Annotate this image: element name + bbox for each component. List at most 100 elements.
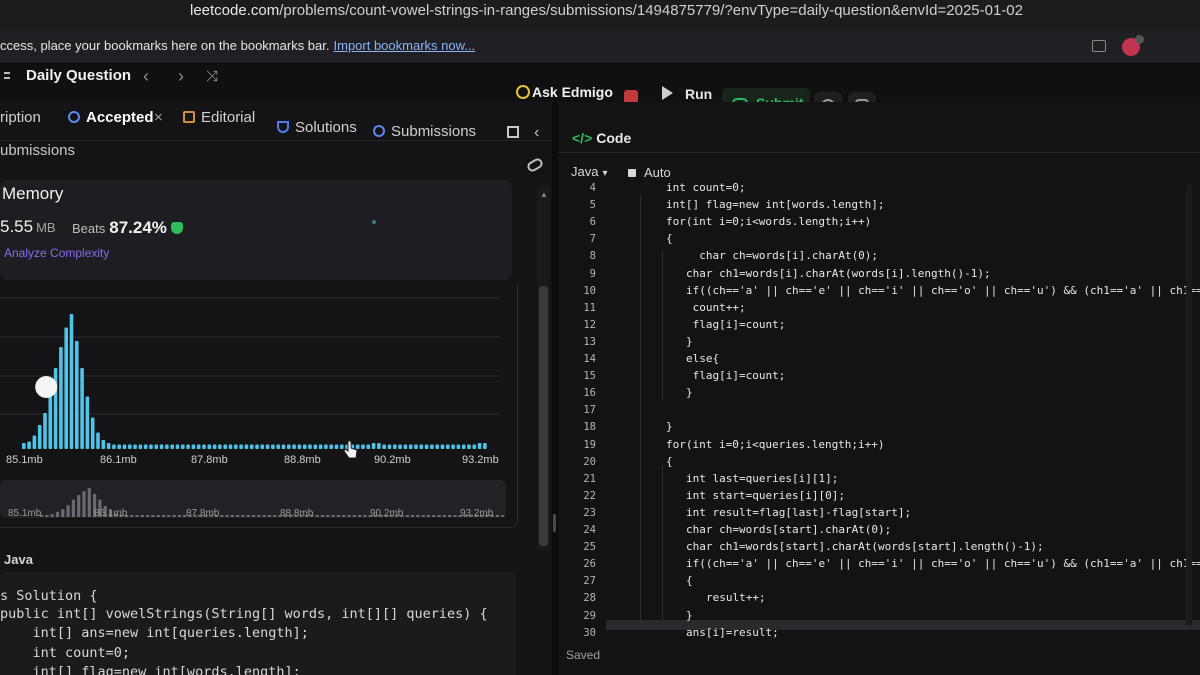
histogram-bar[interactable] (318, 444, 323, 450)
histogram-bar[interactable] (276, 444, 280, 450)
histogram-bar[interactable] (292, 444, 296, 450)
histogram-bar[interactable] (202, 444, 206, 450)
histogram-bar[interactable] (37, 425, 42, 449)
histogram-bar[interactable] (461, 444, 466, 450)
histogram-bar[interactable] (371, 443, 376, 449)
browser-address-bar[interactable]: leetcode.com/problems/count-vowel-string… (0, 0, 1200, 30)
histogram-bar[interactable] (467, 444, 471, 450)
close-icon[interactable]: × (154, 109, 163, 126)
analyze-complexity-link[interactable]: Analyze Complexity (4, 246, 109, 260)
histogram-bar[interactable] (159, 444, 164, 450)
tab-editorial[interactable]: Editorial (183, 109, 255, 126)
histogram-bar[interactable] (446, 444, 450, 450)
histogram-bar[interactable] (133, 444, 137, 450)
tab-description[interactable]: ription (0, 109, 41, 126)
chevron-right-icon[interactable]: › (178, 66, 184, 87)
tab-code[interactable]: </> Code (572, 130, 631, 146)
drag-handle[interactable] (553, 514, 556, 532)
histogram-bar[interactable] (75, 341, 79, 449)
tab-solutions[interactable]: Solutions (277, 119, 357, 136)
code-line[interactable]: flag[i]=count; (686, 318, 786, 331)
histogram-bar[interactable] (234, 444, 238, 450)
histogram-bar[interactable] (112, 444, 116, 450)
histogram-bar[interactable] (483, 443, 487, 449)
code-line[interactable]: } (686, 609, 693, 622)
histogram-bar[interactable] (218, 444, 222, 450)
menu-icon[interactable] (4, 70, 10, 84)
code-line[interactable]: } (666, 420, 673, 433)
histogram-bar[interactable] (32, 435, 37, 450)
share-icon[interactable] (1092, 40, 1106, 52)
shuffle-icon[interactable]: ⤨ (206, 68, 218, 85)
scroll-thumb[interactable] (539, 286, 548, 546)
your-submission-marker[interactable] (35, 376, 58, 398)
histogram-bar[interactable] (165, 444, 169, 450)
histogram-bar[interactable] (361, 444, 365, 450)
code-line[interactable]: if((ch=='a' || ch=='e' || ch=='i' || ch=… (686, 284, 1200, 297)
histogram-bar[interactable] (440, 444, 445, 450)
histogram-bar[interactable] (170, 444, 174, 450)
editor-scrollbar[interactable] (1186, 185, 1192, 625)
code-line[interactable]: flag[i]=count; (686, 369, 786, 382)
histogram-bar[interactable] (382, 444, 386, 450)
histogram-bar[interactable] (435, 444, 439, 450)
histogram-bar[interactable] (377, 443, 381, 449)
histogram-bar[interactable] (398, 444, 402, 450)
histogram-bar[interactable] (419, 444, 424, 450)
histogram-bar[interactable] (191, 444, 196, 450)
histogram-bar[interactable] (69, 314, 74, 449)
code-line[interactable]: if((ch=='a' || ch=='e' || ch=='i' || ch=… (686, 557, 1200, 570)
histogram-bar[interactable] (43, 413, 47, 449)
histogram-bar[interactable] (334, 444, 339, 450)
auto-save-toggle[interactable]: Auto (628, 165, 671, 180)
ask-edmigo-button[interactable]: Ask Edmigo (516, 84, 613, 100)
histogram-bar[interactable] (366, 444, 371, 450)
code-line[interactable]: } (686, 335, 693, 348)
daily-question-title[interactable]: Daily Question (26, 67, 131, 84)
histogram-bar[interactable] (297, 444, 302, 450)
histogram-bar[interactable] (414, 444, 418, 450)
histogram-bar[interactable] (186, 444, 190, 450)
histogram-bar[interactable] (175, 444, 180, 450)
histogram-bar[interactable] (260, 444, 265, 450)
code-line[interactable]: char ch1=words[i].charAt(words[i].length… (686, 267, 991, 280)
chevron-left-icon[interactable]: ‹ (143, 66, 149, 87)
tab-accepted[interactable]: Accepted (68, 109, 154, 126)
histogram-bar[interactable] (48, 393, 53, 450)
histogram-bar[interactable] (456, 444, 461, 450)
import-bookmarks-link[interactable]: Import bookmarks now... (334, 38, 476, 53)
code-line[interactable]: char ch=words[i].charAt(0); (686, 249, 878, 262)
histogram-bar[interactable] (59, 347, 63, 449)
histogram-bar[interactable] (313, 444, 318, 450)
histogram-bar[interactable] (430, 444, 434, 450)
histogram-bar[interactable] (106, 443, 111, 449)
histogram-bar[interactable] (85, 396, 90, 450)
code-line[interactable]: int count=0; (666, 181, 745, 194)
extension-icon[interactable] (1122, 35, 1144, 56)
histogram-bar[interactable] (196, 444, 201, 450)
histogram-bar[interactable] (472, 444, 477, 450)
code-line[interactable]: result++; (706, 591, 766, 604)
histogram-bar[interactable] (117, 444, 121, 450)
histogram-bar[interactable] (212, 444, 217, 450)
code-line[interactable]: { (666, 455, 673, 468)
histogram-bar[interactable] (249, 444, 254, 450)
histogram-bar[interactable] (149, 444, 153, 450)
code-line[interactable]: char ch1=words[start].charAt(words[start… (686, 540, 1044, 553)
scroll-up-icon[interactable]: ▲ (540, 190, 548, 199)
histogram-bar[interactable] (324, 444, 328, 450)
code-line[interactable]: int[] flag=new int[words.length]; (666, 198, 885, 211)
histogram-bar[interactable] (181, 444, 185, 450)
histogram-bar[interactable] (22, 443, 26, 449)
histogram-bar[interactable] (143, 444, 148, 450)
histogram-bar[interactable] (403, 444, 408, 450)
left-scrollbar[interactable]: ▲ (537, 186, 550, 550)
histogram-bar[interactable] (239, 444, 243, 450)
histogram-bar[interactable] (408, 444, 413, 450)
memory-histogram[interactable] (0, 284, 510, 454)
histogram-bar[interactable] (128, 444, 132, 450)
histogram-bar[interactable] (101, 440, 106, 449)
code-line[interactable]: int result=flag[last]-flag[start]; (686, 506, 911, 519)
histogram-bar[interactable] (424, 444, 429, 450)
code-line[interactable]: char ch=words[start].charAt(0); (686, 523, 891, 536)
